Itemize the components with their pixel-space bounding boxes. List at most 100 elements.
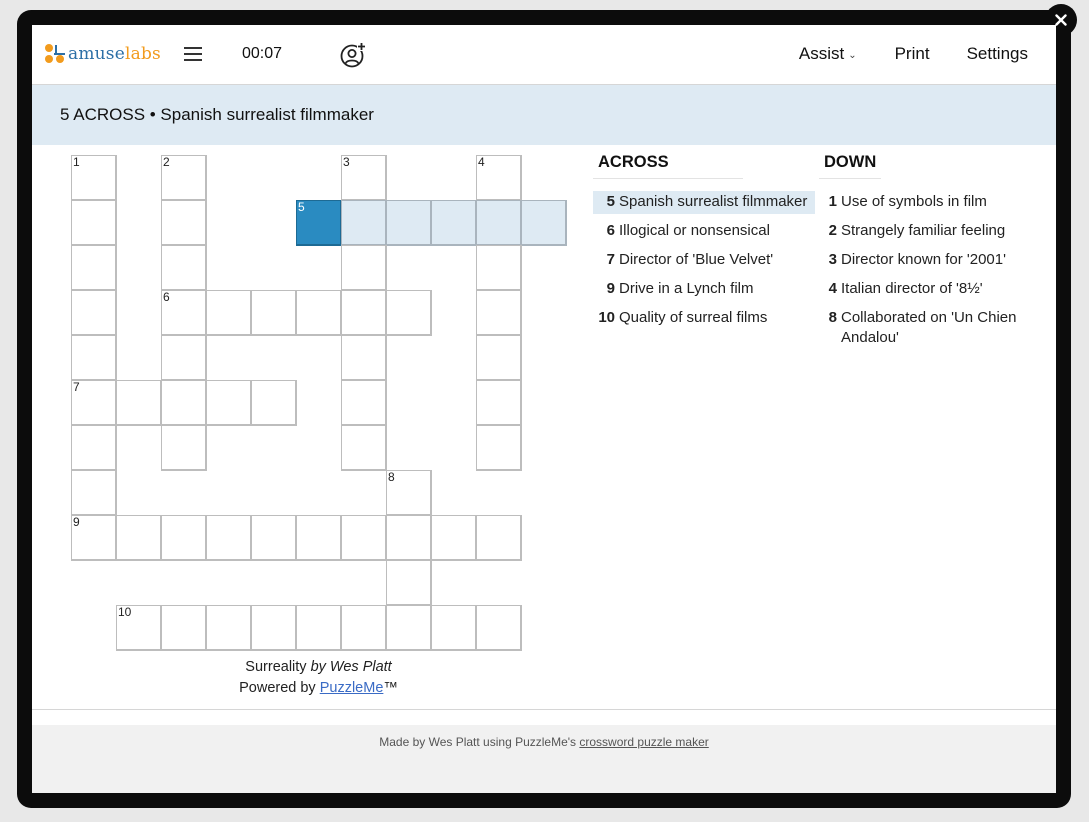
clue-text: Quality of surreal films bbox=[619, 309, 768, 326]
cell-number: 1 bbox=[73, 155, 80, 169]
grid-cell[interactable] bbox=[206, 515, 252, 561]
grid-cell[interactable]: 6 bbox=[161, 290, 207, 336]
grid-cell[interactable] bbox=[431, 200, 477, 246]
grid-cell[interactable] bbox=[386, 515, 432, 561]
grid-cell[interactable] bbox=[161, 425, 207, 471]
grid-cell[interactable]: 4 bbox=[476, 155, 522, 201]
grid-cell[interactable] bbox=[116, 380, 162, 426]
grid-cell[interactable] bbox=[161, 335, 207, 381]
across-clue-item[interactable]: 5 Spanish surrealist filmmaker bbox=[593, 191, 815, 214]
grid-cell[interactable] bbox=[386, 605, 432, 651]
grid-cell[interactable] bbox=[71, 245, 117, 291]
across-clue-item[interactable]: 9 Drive in a Lynch film bbox=[593, 278, 815, 301]
grid-cell[interactable]: 8 bbox=[386, 470, 432, 516]
clue-number: 4 bbox=[828, 280, 837, 297]
across-clues-panel: ACROSS 5 Spanish surrealist filmmaker 6 Ill… bbox=[593, 145, 815, 336]
grid-cell[interactable] bbox=[161, 605, 207, 651]
down-clue-item[interactable]: 2 Strangely familiar feeling bbox=[819, 220, 1029, 243]
hamburger-menu-button[interactable] bbox=[182, 43, 204, 65]
grid-cell[interactable] bbox=[116, 515, 162, 561]
puzzle-title: Surreality bbox=[245, 659, 307, 675]
clue-text: Use of symbols in film bbox=[841, 193, 987, 210]
footer-divider bbox=[32, 709, 1056, 710]
clue-number: 7 bbox=[606, 251, 615, 268]
assist-button[interactable]: Assist ⌄ bbox=[799, 44, 857, 64]
grid-cell[interactable] bbox=[476, 290, 522, 336]
timer: 00:07 bbox=[242, 45, 283, 62]
across-clue-item[interactable]: 10 Quality of surreal films bbox=[593, 307, 815, 330]
grid-cell[interactable] bbox=[341, 200, 387, 246]
down-clues-panel: DOWN 1 Use of symbols in film 2 Strangely f… bbox=[819, 145, 1029, 356]
add-collaborator-button[interactable] bbox=[339, 41, 367, 69]
toolbar-actions: Assist ⌄ Print Settings bbox=[799, 44, 1028, 64]
print-button[interactable]: Print bbox=[895, 44, 930, 64]
down-clue-item[interactable]: 1 Use of symbols in film bbox=[819, 191, 1029, 214]
grid-cell[interactable]: 2 bbox=[161, 155, 207, 201]
grid-cell[interactable] bbox=[296, 515, 342, 561]
grid-cell[interactable] bbox=[161, 200, 207, 246]
cell-number: 4 bbox=[478, 155, 485, 169]
grid-cell[interactable] bbox=[476, 335, 522, 381]
assist-label: Assist bbox=[798, 44, 845, 63]
grid-cell[interactable] bbox=[161, 245, 207, 291]
grid-cell[interactable]: 3 bbox=[341, 155, 387, 201]
grid-cell[interactable] bbox=[296, 290, 342, 336]
grid-cell[interactable] bbox=[431, 515, 477, 561]
logo-text-amuse: amuse bbox=[68, 44, 125, 64]
grid-cell[interactable] bbox=[251, 290, 297, 336]
grid-cell[interactable] bbox=[386, 560, 432, 606]
cell-number: 5 bbox=[298, 200, 305, 214]
grid-cell[interactable] bbox=[296, 605, 342, 651]
grid-cell[interactable] bbox=[476, 380, 522, 426]
puzzle-credits: Surreality by Wes Platt Powered by Puzzl… bbox=[71, 657, 566, 699]
amuselabs-logo: amuselabs bbox=[45, 44, 161, 64]
grid-cell[interactable] bbox=[521, 200, 567, 246]
grid-cell[interactable] bbox=[341, 425, 387, 471]
grid-cell[interactable] bbox=[71, 200, 117, 246]
grid-cell[interactable] bbox=[431, 605, 477, 651]
across-clue-item[interactable]: 6 Illogical or nonsensical bbox=[593, 220, 815, 243]
grid-cell[interactable] bbox=[71, 335, 117, 381]
grid-cell[interactable]: 1 bbox=[71, 155, 117, 201]
grid-cell[interactable] bbox=[341, 335, 387, 381]
down-clue-item[interactable]: 3 Director known for '2001' bbox=[819, 249, 1029, 272]
grid-cell[interactable]: 10 bbox=[116, 605, 162, 651]
grid-cell[interactable] bbox=[386, 290, 432, 336]
grid-cell[interactable] bbox=[341, 290, 387, 336]
grid-cell[interactable] bbox=[251, 605, 297, 651]
grid-cell[interactable] bbox=[476, 515, 522, 561]
grid-cell[interactable] bbox=[476, 605, 522, 651]
grid-cell[interactable] bbox=[476, 245, 522, 291]
logo-mark-icon bbox=[45, 44, 65, 64]
grid-cell[interactable] bbox=[161, 515, 207, 561]
grid-cell[interactable] bbox=[476, 425, 522, 471]
clue-number: 5 bbox=[606, 193, 615, 210]
crossword-maker-link[interactable]: crossword puzzle maker bbox=[579, 735, 708, 749]
grid-cell[interactable] bbox=[251, 515, 297, 561]
grid-cell-active[interactable]: 5 bbox=[296, 200, 342, 246]
grid-cell[interactable] bbox=[206, 605, 252, 651]
puzzleme-link[interactable]: PuzzleMe bbox=[320, 680, 384, 696]
grid-cell[interactable] bbox=[341, 605, 387, 651]
down-clue-list: 1 Use of symbols in film 2 Strangely famili… bbox=[819, 191, 1029, 350]
grid-cell[interactable] bbox=[386, 200, 432, 246]
grid-cell[interactable] bbox=[341, 245, 387, 291]
grid-cell[interactable] bbox=[206, 290, 252, 336]
grid-cell[interactable] bbox=[161, 380, 207, 426]
cell-number: 10 bbox=[118, 605, 132, 619]
grid-cell[interactable] bbox=[476, 200, 522, 246]
grid-cell[interactable] bbox=[251, 380, 297, 426]
grid-cell[interactable]: 9 bbox=[71, 515, 117, 561]
across-clue-item[interactable]: 7 Director of 'Blue Velvet' bbox=[593, 249, 815, 272]
settings-button[interactable]: Settings bbox=[967, 44, 1028, 64]
down-clue-item[interactable]: 8 Collaborated on 'Un Chien Andalou' bbox=[819, 307, 1029, 350]
grid-cell[interactable] bbox=[71, 425, 117, 471]
clue-number: 3 bbox=[828, 251, 837, 268]
grid-cell[interactable] bbox=[71, 290, 117, 336]
grid-cell[interactable] bbox=[206, 380, 252, 426]
grid-cell[interactable] bbox=[341, 380, 387, 426]
grid-cell[interactable] bbox=[71, 470, 117, 516]
grid-cell[interactable]: 7 bbox=[71, 380, 117, 426]
grid-cell[interactable] bbox=[341, 515, 387, 561]
down-clue-item[interactable]: 4 Italian director of '8½' bbox=[819, 278, 1029, 301]
